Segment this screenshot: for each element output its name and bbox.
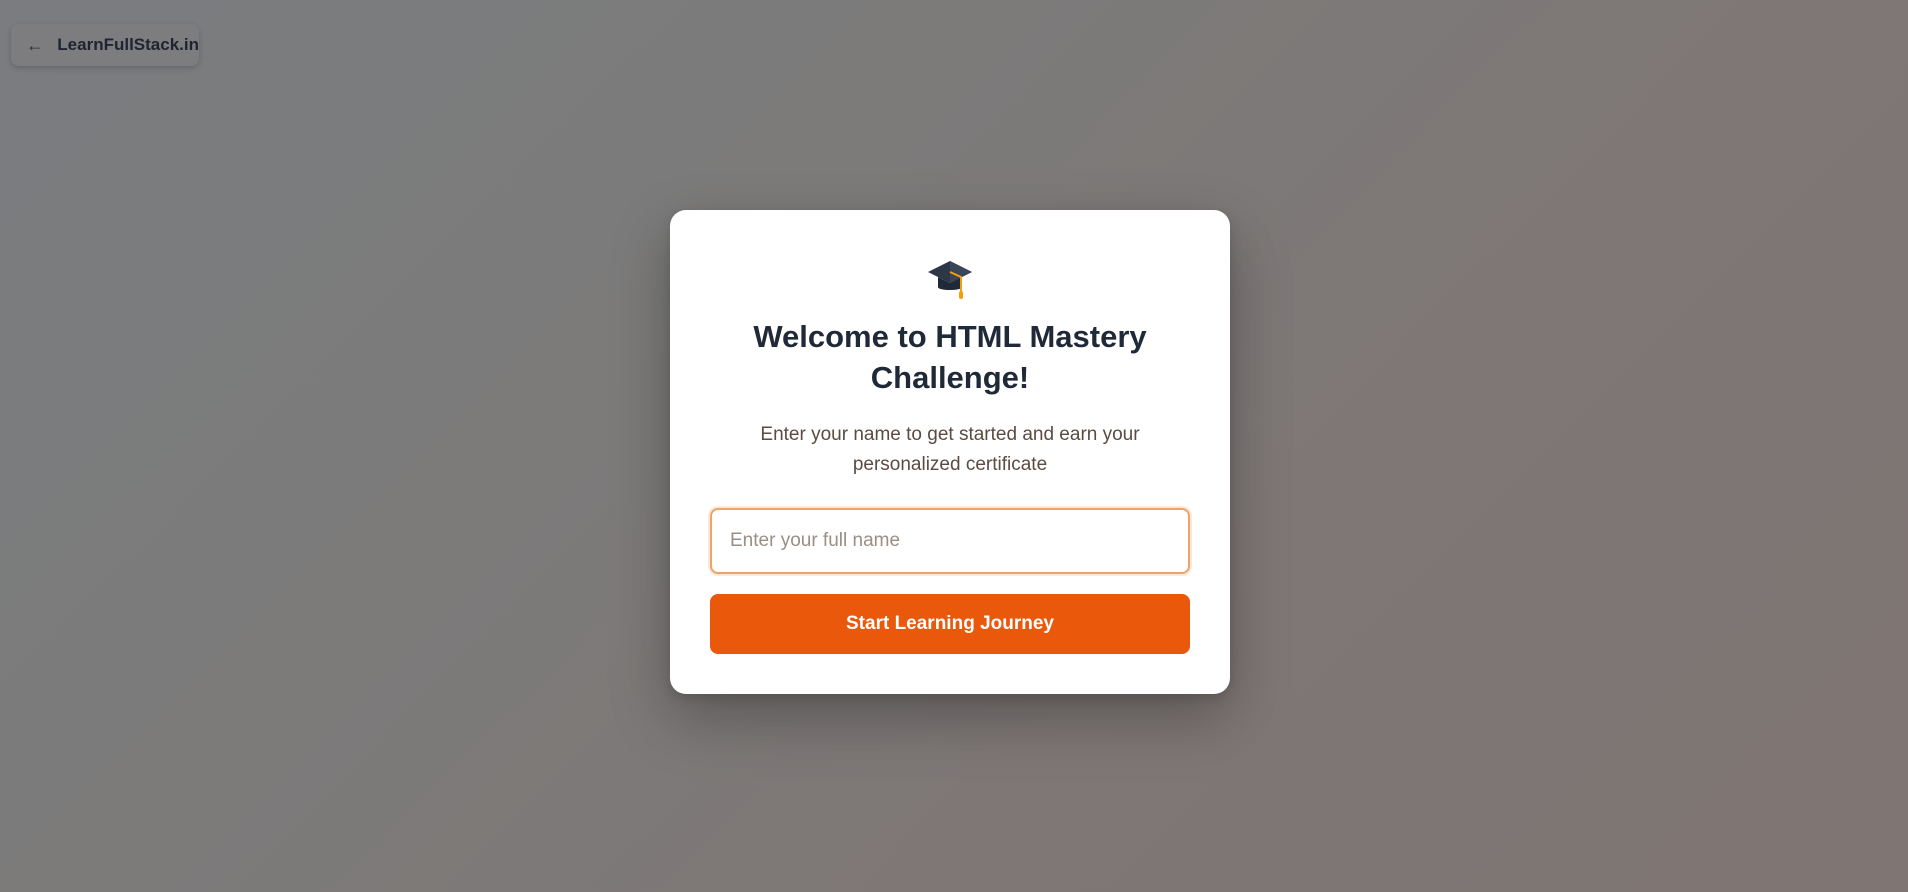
modal-subtitle: Enter your name to get started and earn … [760,424,1140,475]
graduation-cap-icon [928,261,972,299]
back-link[interactable]: ← LearnFullStack.in [11,24,199,66]
full-name-input[interactable] [710,508,1190,574]
start-learning-button[interactable]: Start Learning Journey [710,594,1190,654]
back-arrow-icon: ← [26,34,44,55]
welcome-modal: Welcome to HTML Mastery Challenge! Enter… [670,210,1230,694]
back-link-label: LearnFullStack.in [57,35,199,54]
modal-title: Welcome to HTML Mastery Challenge! [753,319,1147,395]
